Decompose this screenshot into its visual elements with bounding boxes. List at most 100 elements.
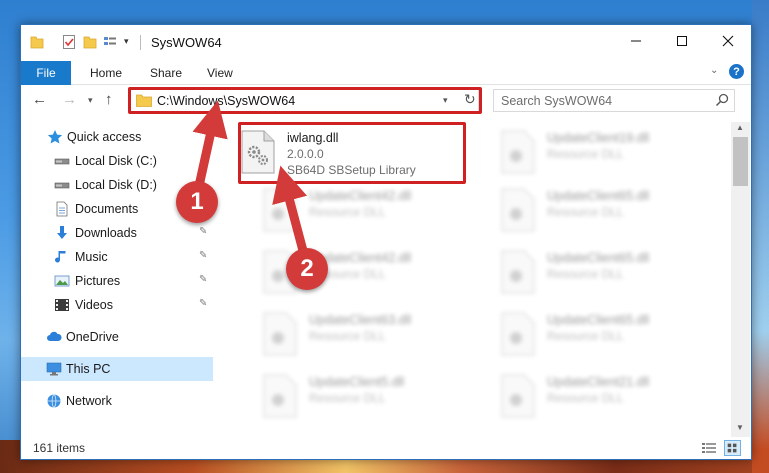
file-item[interactable]: UpdateClient5.dll Resource DLL [261, 370, 491, 430]
sidebar-item-onedrive[interactable]: OneDrive [21, 325, 213, 349]
sidebar-label: Network [66, 394, 112, 408]
dll-file-icon [501, 130, 535, 174]
file-type: Resource DLL [547, 329, 624, 343]
tab-view[interactable]: View [207, 66, 233, 80]
sidebar-item-pictures[interactable]: Pictures ✎ [21, 269, 213, 293]
ribbon-tabs: File Home Share View ⌄ ? [21, 61, 751, 85]
folder-icon[interactable] [30, 34, 44, 50]
forward-arrow-icon[interactable]: → [62, 91, 77, 108]
back-arrow-icon[interactable]: ← [32, 91, 47, 108]
sidebar-label: Downloads [75, 226, 137, 240]
network-icon [47, 394, 61, 408]
expand-ribbon-icon[interactable]: ⌄ [710, 65, 718, 76]
quick-access-dropdown-icon[interactable]: ▾ [124, 36, 129, 47]
pictures-icon [54, 275, 70, 287]
sidebar-item-music[interactable]: Music ✎ [21, 245, 213, 269]
sidebar-item-local-disk-c[interactable]: Local Disk (C:) [21, 149, 213, 173]
scroll-down-icon[interactable]: ▼ [736, 423, 744, 432]
sidebar-label: Videos [75, 298, 113, 312]
recent-locations-icon[interactable]: ▾ [88, 95, 93, 106]
sidebar-item-network[interactable]: Network [21, 389, 213, 413]
item-count: 161 items [33, 441, 86, 455]
dll-file-icon [263, 312, 297, 356]
title-separator [140, 35, 141, 50]
file-item[interactable]: UpdateClient65.dll Resource DLL [499, 184, 729, 244]
file-type: Resource DLL [309, 205, 386, 219]
vertical-scrollbar[interactable]: ▲ ▼ [731, 122, 750, 437]
sidebar-label: This PC [66, 362, 111, 376]
sidebar-label: Local Disk (C:) [75, 154, 157, 168]
minimize-icon [631, 40, 641, 42]
scroll-thumb[interactable] [733, 137, 748, 186]
details-view-icon[interactable] [701, 441, 717, 455]
file-type: Resource DLL [547, 267, 624, 281]
videos-icon [55, 299, 69, 311]
large-icons-view-icon[interactable] [724, 440, 741, 456]
scroll-up-icon[interactable]: ▲ [736, 123, 744, 132]
dll-file-icon [501, 374, 535, 418]
sidebar-item-downloads[interactable]: Downloads ✎ [21, 221, 213, 245]
properties-check-icon[interactable] [62, 34, 76, 50]
search-icon[interactable] [715, 93, 729, 107]
file-type: Resource DLL [547, 147, 624, 161]
sidebar-item-quick-access[interactable]: Quick access [21, 125, 213, 149]
dll-file-icon [501, 188, 535, 232]
close-button[interactable] [705, 25, 751, 57]
new-folder-icon[interactable] [83, 34, 97, 50]
file-name: UpdateClient21.dll [547, 375, 650, 389]
customize-toolbar-icon[interactable] [103, 34, 117, 50]
sidebar-label: Quick access [67, 130, 142, 144]
pin-icon[interactable]: ✎ [199, 274, 207, 285]
music-icon [55, 251, 66, 263]
file-name: UpdateClient5.dll [309, 375, 405, 389]
computer-icon [46, 362, 62, 376]
tab-share[interactable]: Share [150, 66, 182, 80]
file-item[interactable]: UpdateClient65.dll Resource DLL [499, 308, 729, 368]
file-name: UpdateClient65.dll [547, 189, 650, 203]
file-item[interactable]: UpdateClient65.dll Resource DLL [499, 246, 729, 306]
close-icon [722, 35, 734, 47]
help-icon[interactable]: ? [729, 64, 744, 79]
title-bar: ▾ SysWOW64 [21, 25, 751, 61]
dll-file-icon [263, 188, 297, 232]
file-item[interactable]: UpdateClient21.dll Resource DLL [499, 370, 729, 430]
tab-home[interactable]: Home [90, 66, 122, 80]
sidebar-label: OneDrive [66, 330, 119, 344]
file-type: Resource DLL [547, 391, 624, 405]
file-item[interactable]: UpdateClient19.dll Resource DLL [499, 126, 729, 186]
file-type: Resource DLL [309, 329, 386, 343]
navigation-pane: Quick access Local Disk (C:) Local Disk … [21, 122, 213, 437]
pin-icon[interactable]: ✎ [199, 298, 207, 309]
maximize-button[interactable] [659, 25, 705, 57]
search-placeholder[interactable]: Search SysWOW64 [501, 94, 612, 108]
pin-icon[interactable]: ✎ [199, 250, 207, 261]
pin-icon[interactable]: ✎ [199, 226, 207, 237]
cloud-icon [47, 331, 62, 341]
status-bar: 161 items [21, 437, 751, 459]
address-bar-highlight [128, 87, 482, 114]
file-item[interactable]: UpdateClient42.dll Resource DLL [261, 184, 491, 244]
sidebar-item-this-pc[interactable]: This PC [21, 357, 213, 381]
drive-icon [54, 158, 70, 165]
drive-icon [54, 182, 70, 189]
step-2-badge: 2 [286, 248, 328, 290]
search-box[interactable]: Search SysWOW64 [493, 89, 735, 112]
up-arrow-icon[interactable]: ↑ [105, 91, 113, 108]
dll-file-icon [501, 312, 535, 356]
file-type: Resource DLL [547, 205, 624, 219]
sidebar-label: Local Disk (D:) [75, 178, 157, 192]
file-item[interactable]: UpdateClient63.dll Resource DLL [261, 308, 491, 368]
file-type: Resource DLL [309, 391, 386, 405]
sidebar-item-videos[interactable]: Videos ✎ [21, 293, 213, 317]
file-name: UpdateClient63.dll [309, 313, 412, 327]
file-name: UpdateClient65.dll [547, 313, 650, 327]
file-name: UpdateClient65.dll [547, 251, 650, 265]
desktop-wallpaper-edge [752, 0, 769, 473]
tab-file[interactable]: File [21, 61, 71, 85]
window-title: SysWOW64 [151, 35, 222, 50]
explorer-window: ▾ SysWOW64 File Home Share View ⌄ ? ← → … [20, 24, 752, 460]
dll-file-icon [501, 250, 535, 294]
minimize-button[interactable] [613, 25, 659, 57]
sidebar-label: Documents [75, 202, 139, 216]
dll-file-icon [263, 374, 297, 418]
